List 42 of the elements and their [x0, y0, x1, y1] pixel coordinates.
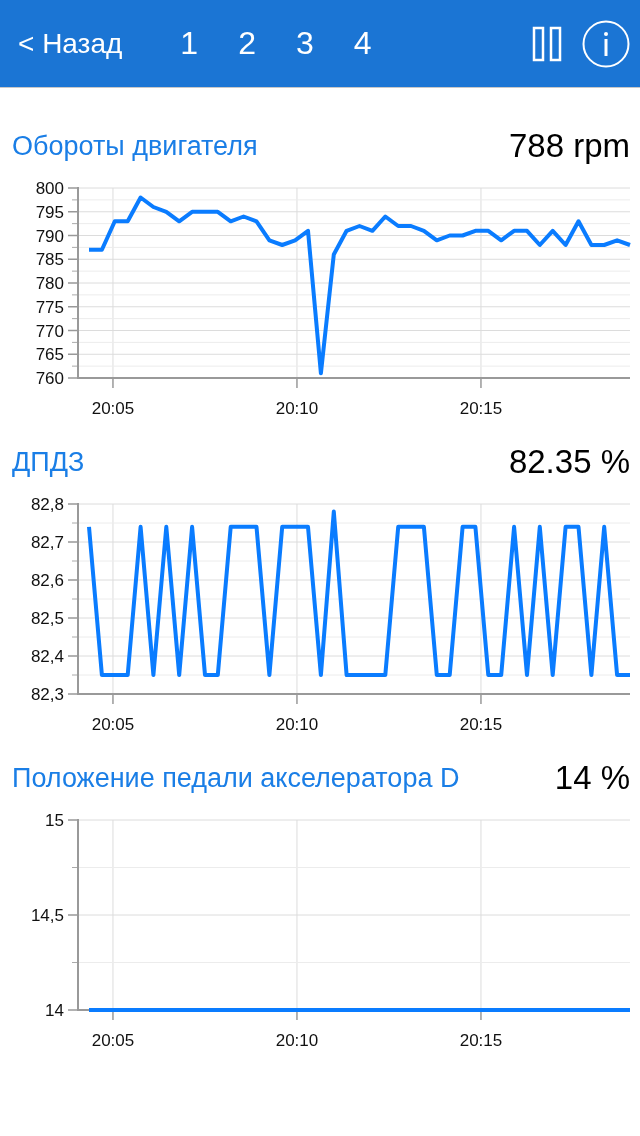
sensor-value: 788 rpm	[508, 127, 630, 165]
info-button[interactable]	[582, 19, 630, 68]
back-button[interactable]: < Назад	[14, 27, 127, 60]
page-tab[interactable]: 3	[291, 25, 318, 62]
x-axis-label: 20:15	[459, 399, 503, 418]
y-axis-label: 785	[35, 250, 64, 270]
y-axis-label: 82,6	[30, 571, 64, 590]
y-axis-label: 14	[45, 1001, 64, 1020]
sensor-title: ДПДЗ	[12, 446, 85, 478]
y-axis-label: 790	[35, 226, 64, 246]
x-axis-label: 20:05	[91, 1031, 135, 1050]
x-axis-label: 20:10	[275, 1031, 319, 1050]
y-axis-label: 775	[35, 297, 64, 317]
sensor-value: 14 %	[554, 759, 630, 797]
x-axis-label: 20:05	[91, 399, 135, 418]
y-axis-label: 15	[45, 811, 64, 830]
y-axis-label: 770	[35, 321, 64, 341]
y-axis-label: 795	[35, 202, 64, 222]
sensor-value: 82.35 %	[508, 443, 630, 481]
pause-button[interactable]	[532, 25, 562, 62]
y-axis-label: 780	[35, 274, 64, 293]
y-axis-label: 760	[35, 369, 64, 388]
y-axis-label: 765	[35, 345, 64, 365]
x-axis-label: 20:15	[459, 1031, 503, 1050]
info-icon	[582, 19, 630, 68]
y-axis-label: 800	[35, 179, 64, 198]
sensor-title: Положение педали акселератора D	[12, 762, 460, 794]
y-axis-label: 82,8	[30, 495, 64, 514]
pause-icon	[532, 25, 562, 62]
y-axis-label: 82,7	[30, 533, 64, 552]
x-axis-label: 20:10	[275, 399, 319, 418]
x-axis-label: 20:10	[275, 715, 319, 734]
y-axis-label: 82,3	[30, 685, 64, 704]
page-tab[interactable]: 1	[176, 25, 203, 62]
y-axis-label: 82,5	[30, 609, 64, 628]
page-tab[interactable]: 2	[234, 25, 260, 62]
y-axis-label: 82,4	[30, 647, 64, 666]
sensor-title: Обороты двигателя	[12, 130, 258, 162]
y-axis-label: 14,5	[30, 906, 64, 925]
page-tab[interactable]: 4	[349, 25, 376, 62]
x-axis-label: 20:05	[91, 715, 135, 734]
x-axis-label: 20:15	[459, 715, 503, 734]
